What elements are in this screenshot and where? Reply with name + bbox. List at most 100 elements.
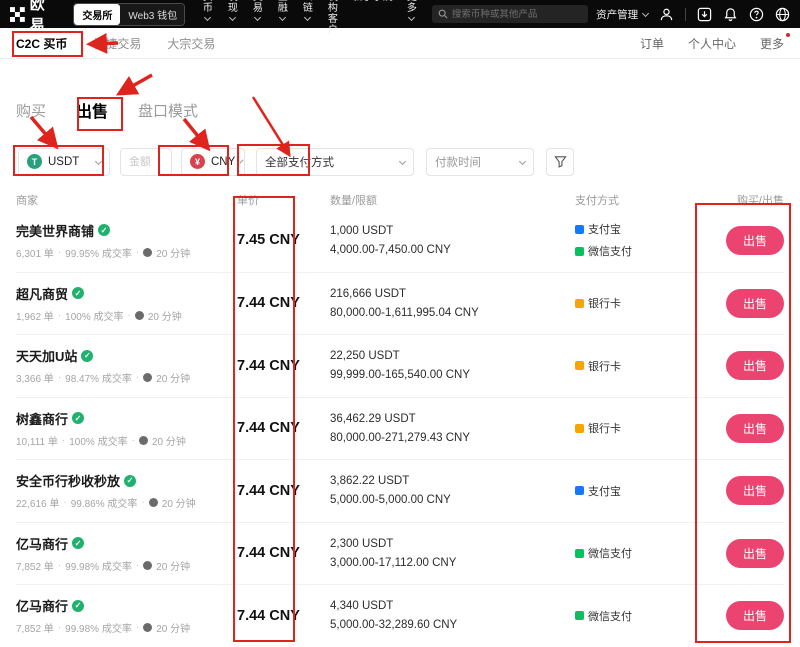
merchant-stats: 7,852 单 99.98% 成交率 20 分钟 bbox=[16, 558, 237, 573]
offer-list: 完美世界商铺 ✓ 6,301 单 99.95% 成交率 20 分钟 7.45 C… bbox=[16, 209, 784, 647]
subnav-c2c-buy[interactable]: C2C 买币 bbox=[16, 35, 67, 52]
nav-more[interactable]: 更多 bbox=[407, 0, 418, 25]
unit-price: 7.44 CNY bbox=[237, 420, 300, 436]
nav-buy-crypto[interactable]: 买币 bbox=[203, 0, 214, 25]
offer-row: 完美世界商铺 ✓ 6,301 单 99.95% 成交率 20 分钟 7.45 C… bbox=[16, 209, 784, 272]
sell-button[interactable]: 出售 bbox=[726, 226, 784, 255]
sell-button[interactable]: 出售 bbox=[726, 601, 784, 630]
order-count: 3,366 单 bbox=[16, 370, 54, 385]
completion-rate: 99.98% 成交率 bbox=[65, 558, 132, 573]
assets-menu[interactable]: 资产管理 bbox=[596, 7, 648, 22]
subnav-orders[interactable]: 订单 bbox=[640, 35, 664, 52]
sell-button[interactable]: 出售 bbox=[726, 414, 784, 443]
profile-icon[interactable] bbox=[659, 7, 674, 22]
tab-orderbook-mode[interactable]: 盘口模式 bbox=[138, 100, 198, 121]
payment-methods: 微信支付 bbox=[575, 608, 700, 624]
crypto-select-value: USDT bbox=[48, 156, 79, 168]
release-time: 20 分钟 bbox=[162, 495, 196, 510]
offer-row: 树鑫商行 ✓ 10,111 单 100% 成交率 20 分钟 7.44 CNY … bbox=[16, 397, 784, 460]
payment-icon bbox=[575, 424, 584, 433]
sell-button[interactable]: 出售 bbox=[726, 351, 784, 380]
subnav-block-trade[interactable]: 大宗交易 bbox=[167, 35, 215, 52]
merchant-stats: 22,616 单 99.86% 成交率 20 分钟 bbox=[16, 495, 237, 510]
divider bbox=[685, 8, 686, 21]
order-count: 6,301 单 bbox=[16, 245, 54, 260]
available-quantity: 3,862.22 USDT bbox=[330, 475, 575, 487]
available-quantity: 1,000 USDT bbox=[330, 225, 575, 237]
unit-price: 7.45 CNY bbox=[237, 232, 300, 248]
order-count: 1,962 单 bbox=[16, 308, 54, 323]
amount-input[interactable] bbox=[129, 156, 163, 168]
fiat-select[interactable]: ¥ CNY bbox=[181, 148, 245, 176]
sell-button[interactable]: 出售 bbox=[726, 289, 784, 318]
order-limit: 99,999.00-165,540.00 CNY bbox=[330, 369, 575, 381]
payment-method: 支付宝 bbox=[575, 483, 700, 499]
release-time: 20 分钟 bbox=[152, 433, 186, 448]
tab-buy[interactable]: 购买 bbox=[16, 100, 46, 121]
sell-button[interactable]: 出售 bbox=[726, 539, 784, 568]
nav-trade[interactable]: 交易 bbox=[253, 0, 264, 25]
merchant-name[interactable]: 完美世界商铺 bbox=[16, 221, 94, 240]
available-quantity: 216,666 USDT bbox=[330, 288, 575, 300]
order-count: 7,852 单 bbox=[16, 620, 54, 635]
trade-tabs: 购买 出售 盘口模式 bbox=[16, 97, 784, 123]
okx-logo[interactable]: 欧易 bbox=[10, 0, 61, 35]
tab-sell[interactable]: 出售 bbox=[76, 98, 108, 122]
payment-method: 银行卡 bbox=[575, 358, 700, 374]
crypto-select[interactable]: T USDT bbox=[18, 148, 110, 176]
search-box[interactable] bbox=[432, 5, 588, 23]
filter-bar: T USDT ¥ CNY 全部支付方式 付款时间 bbox=[16, 146, 784, 177]
chevron-down-icon bbox=[229, 14, 236, 21]
payment-time-select[interactable]: 付款时间 bbox=[426, 148, 534, 176]
chevron-down-icon bbox=[304, 14, 311, 21]
merchant-name[interactable]: 亿马商行 bbox=[16, 596, 68, 615]
subnav-profile-center[interactable]: 个人中心 bbox=[688, 35, 736, 52]
toggle-web3-wallet[interactable]: Web3 钱包 bbox=[120, 4, 184, 25]
subnav-express-trade[interactable]: 快捷交易 bbox=[93, 35, 141, 52]
nav-academy[interactable]: 新手学院 bbox=[353, 0, 393, 3]
language-globe-icon[interactable] bbox=[775, 7, 790, 22]
help-icon[interactable] bbox=[749, 7, 764, 22]
toggle-exchange[interactable]: 交易所 bbox=[74, 4, 120, 25]
payment-icon bbox=[575, 611, 584, 620]
order-count: 22,616 单 bbox=[16, 495, 59, 510]
filter-button[interactable] bbox=[546, 148, 574, 176]
merchant-name[interactable]: 天天加U站 bbox=[16, 346, 77, 365]
chevron-down-icon bbox=[519, 158, 526, 165]
okx-logo-icon bbox=[10, 7, 25, 22]
verified-badge-icon: ✓ bbox=[72, 287, 84, 299]
arrow-to-sell-tab bbox=[122, 75, 152, 92]
order-limit: 5,000.00-32,289.60 CNY bbox=[330, 619, 575, 631]
merchant-name[interactable]: 超凡商贸 bbox=[16, 284, 68, 303]
unit-price: 7.44 CNY bbox=[237, 358, 300, 374]
search-input[interactable] bbox=[452, 9, 572, 20]
completion-rate: 100% 成交率 bbox=[69, 433, 127, 448]
payment-methods: 支付宝微信支付 bbox=[575, 221, 700, 259]
download-app-icon[interactable] bbox=[697, 7, 712, 22]
offer-row: 安全币行秒收秒放 ✓ 22,616 单 99.86% 成交率 20 分钟 7.4… bbox=[16, 459, 784, 522]
nav-chain[interactable]: 公链 bbox=[303, 0, 314, 25]
merchant-name[interactable]: 安全币行秒收秒放 bbox=[16, 471, 120, 490]
col-payment-method: 支付方式 bbox=[575, 192, 700, 208]
offer-row: 亿马商行 ✓ 7,852 单 99.98% 成交率 20 分钟 7.44 CNY… bbox=[16, 522, 784, 585]
nav-institutional[interactable]: 机构客户 bbox=[328, 0, 339, 36]
payment-icon bbox=[575, 225, 584, 234]
notifications-bell-icon[interactable] bbox=[723, 7, 738, 22]
merchant-name[interactable]: 树鑫商行 bbox=[16, 409, 68, 428]
chevron-down-icon bbox=[408, 14, 415, 21]
payment-method-select[interactable]: 全部支付方式 bbox=[256, 148, 414, 176]
order-limit: 80,000.00-1,611,995.04 CNY bbox=[330, 307, 575, 319]
col-quantity-limit: 数量/限额 bbox=[330, 192, 575, 208]
payment-methods: 支付宝 bbox=[575, 483, 700, 499]
payment-icon bbox=[575, 299, 584, 308]
order-limit: 5,000.00-5,000.00 CNY bbox=[330, 494, 575, 506]
merchant-name[interactable]: 亿马商行 bbox=[16, 534, 68, 553]
nav-finance[interactable]: 金融 bbox=[278, 0, 289, 25]
completion-rate: 98.47% 成交率 bbox=[65, 370, 132, 385]
payment-method: 银行卡 bbox=[575, 420, 700, 436]
sell-button[interactable]: 出售 bbox=[726, 476, 784, 505]
subnav-more[interactable]: 更多 bbox=[760, 35, 784, 52]
nav-discover[interactable]: 发现 bbox=[228, 0, 239, 25]
verified-badge-icon: ✓ bbox=[124, 475, 136, 487]
funnel-filter-icon bbox=[554, 155, 567, 168]
